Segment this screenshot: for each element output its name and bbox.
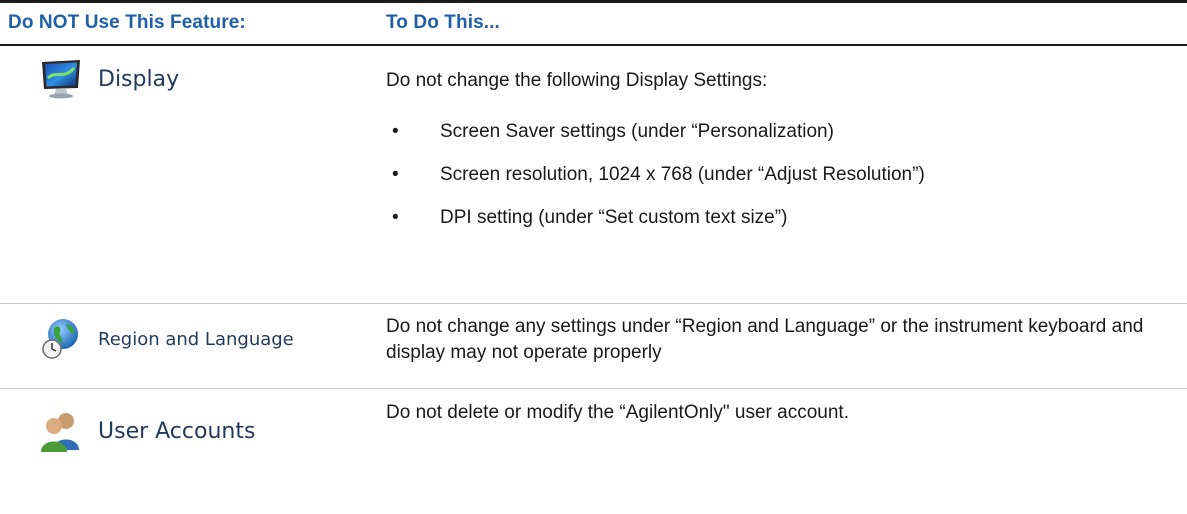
column-header-feature: Do NOT Use This Feature: <box>8 12 246 33</box>
users-icon <box>38 408 84 454</box>
list-item: • DPI setting (under “Set custom text siz… <box>386 205 925 248</box>
row-divider <box>0 303 1187 304</box>
feature-label: Region and Language <box>98 328 294 350</box>
list-item-text: Screen resolution, 1024 x 768 (under “Ad… <box>440 164 925 185</box>
list-item: • Screen Saver settings (under “Personali… <box>386 119 925 162</box>
region-language-description: Do not change any settings under “Region… <box>386 316 1144 363</box>
display-settings-list: • Screen Saver settings (under “Personali… <box>386 119 925 248</box>
list-item: • Screen resolution, 1024 x 768 (under “A… <box>386 162 925 205</box>
feature-label: User Accounts <box>98 418 256 444</box>
top-rule <box>0 0 1187 3</box>
feature-display: Display <box>38 56 179 102</box>
display-intro: Do not change the following Display Sett… <box>386 70 768 91</box>
globe-clock-icon <box>38 316 84 362</box>
header-rule <box>0 44 1187 46</box>
monitor-icon <box>38 56 84 102</box>
row-divider <box>0 388 1187 389</box>
feature-label: Display <box>98 66 180 92</box>
user-accounts-description: Do not delete or modify the “AgilentOnly… <box>386 402 849 423</box>
bullet-icon: • <box>392 121 399 142</box>
bullet-icon: • <box>392 207 399 228</box>
list-item-text: DPI setting (under “Set custom text size… <box>440 207 788 228</box>
feature-user-accounts: User Accounts <box>38 408 255 454</box>
bullet-icon: • <box>392 164 399 185</box>
list-item-text: Screen Saver settings (under “Personaliz… <box>440 121 834 142</box>
column-header-action: To Do This... <box>386 12 500 33</box>
feature-region-language: Region and Language <box>38 316 294 362</box>
settings-restriction-table: Do NOT Use This Feature: To Do This... D… <box>0 0 1187 514</box>
